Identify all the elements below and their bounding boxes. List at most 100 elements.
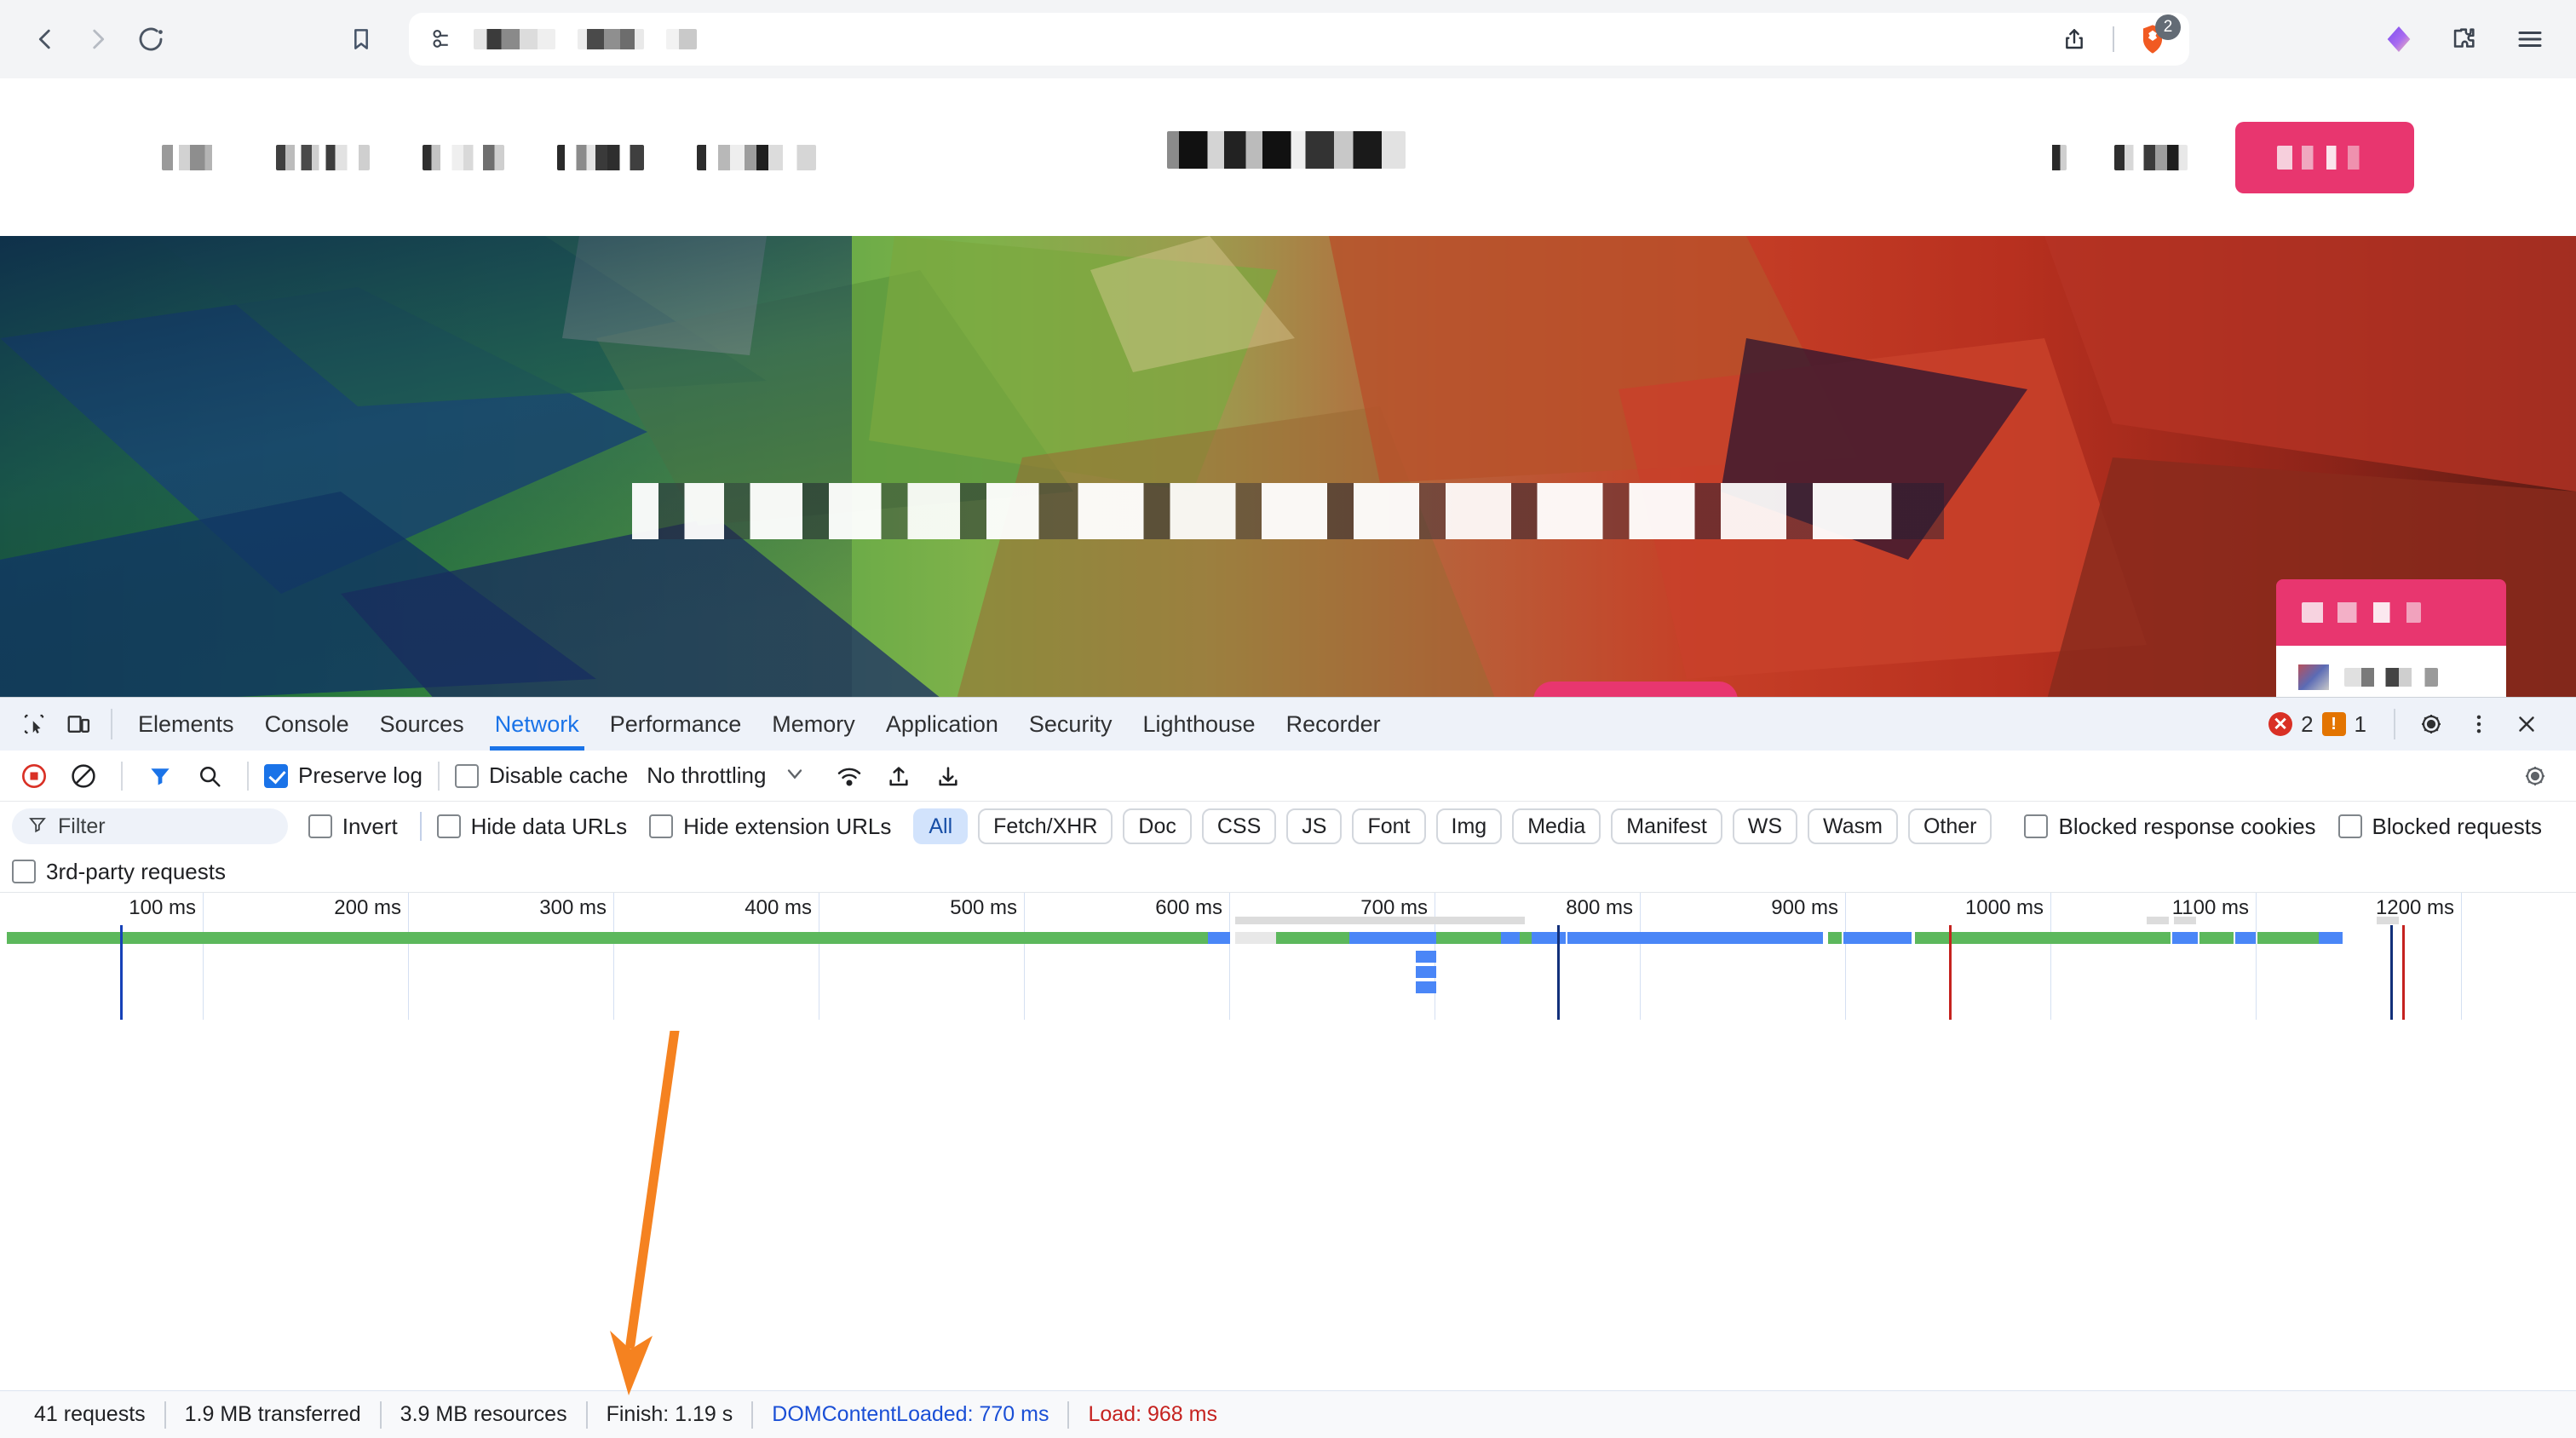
throttling-select[interactable]: No throttling (647, 762, 766, 789)
search-icon[interactable] (187, 754, 232, 798)
tab-network[interactable]: Network (480, 698, 595, 751)
nav-link-label-redacted (162, 144, 223, 170)
clear-network-icon[interactable] (61, 754, 106, 798)
filter-funnel-icon[interactable] (138, 754, 182, 798)
disable-cache-checkbox[interactable]: Disable cache (454, 762, 628, 789)
type-filter-fetch-xhr[interactable]: Fetch/XHR (978, 808, 1113, 844)
type-filter-manifest[interactable]: Manifest (1611, 808, 1722, 844)
site-logo[interactable] (1167, 131, 1406, 169)
type-filter-ws[interactable]: WS (1732, 808, 1798, 844)
hero-widget-title-redacted (2302, 602, 2421, 623)
import-har-icon[interactable] (877, 754, 921, 798)
third-party-requests-checkbox[interactable]: 3rd-party requests (12, 859, 226, 885)
inspect-element-icon[interactable] (12, 702, 56, 746)
record-stop-icon[interactable] (12, 754, 56, 798)
url-text-redacted (578, 29, 644, 49)
hero-section (0, 236, 2576, 709)
type-filter-img[interactable]: Img (1435, 808, 1503, 844)
checkbox-box (264, 763, 288, 788)
tab-recorder[interactable]: Recorder (1271, 698, 1396, 751)
blocked-requests-label: Blocked requests (2372, 813, 2542, 839)
checkbox-box (12, 860, 36, 883)
type-filter-css[interactable]: CSS (1201, 808, 1277, 844)
tab-security[interactable]: Security (1014, 698, 1128, 751)
url-text-redacted (666, 29, 697, 49)
nav-link[interactable] (697, 144, 816, 170)
hide-extension-urls-checkbox[interactable]: Hide extension URLs (649, 814, 891, 840)
address-bar[interactable]: 2 (409, 13, 2189, 66)
timeline-tick: 800 ms (1566, 896, 1633, 919)
close-icon[interactable] (2504, 702, 2549, 746)
devtools-tabbar-actions: ✕ 2 ! 1 (2268, 702, 2564, 746)
kebab-menu-icon[interactable] (2457, 702, 2501, 746)
export-har-icon[interactable] (926, 754, 970, 798)
status-transferred: 1.9 MB transferred (184, 1402, 361, 1426)
browser-right-actions (2382, 20, 2557, 58)
nav-link[interactable] (423, 144, 504, 170)
network-overview-timeline[interactable]: 100 ms 200 ms 300 ms 400 ms 500 ms 600 m… (0, 892, 2576, 1020)
back-button[interactable] (19, 13, 72, 66)
type-filter-other[interactable]: Other (1907, 808, 1992, 844)
hero-widget-text-redacted (2344, 668, 2438, 687)
cta-button[interactable] (2235, 121, 2414, 193)
blocked-requests-checkbox[interactable]: Blocked requests (2337, 813, 2542, 840)
checkbox-box (649, 814, 674, 838)
status-load: Load: 968 ms (1088, 1402, 1217, 1426)
network-conditions-icon[interactable] (827, 754, 871, 798)
tab-performance[interactable]: Performance (595, 698, 757, 751)
type-filter-doc[interactable]: Doc (1123, 808, 1192, 844)
nav-icon-redacted[interactable] (2044, 144, 2067, 170)
timeline-load-marker (1949, 925, 1952, 1020)
nav-link-label-redacted[interactable] (2114, 144, 2188, 170)
status-resources: 3.9 MB resources (400, 1402, 567, 1426)
devtools-panel: Elements Console Sources Network Perform… (0, 697, 2576, 1438)
timeline-tick: 200 ms (334, 896, 401, 919)
filter-input[interactable]: Filter (12, 808, 288, 844)
share-icon[interactable] (2051, 16, 2097, 62)
tab-application[interactable]: Application (871, 698, 1014, 751)
network-toolbar: Preserve log Disable cache No throttling (0, 751, 2576, 802)
divider (419, 812, 422, 841)
type-filter-all[interactable]: All (913, 808, 969, 844)
divider (121, 761, 123, 791)
preserve-log-checkbox[interactable]: Preserve log (264, 762, 423, 789)
hamburger-menu-icon[interactable] (2511, 20, 2549, 58)
preserve-log-label: Preserve log (298, 762, 423, 788)
hide-data-urls-checkbox[interactable]: Hide data URLs (436, 814, 627, 840)
nav-link-label-redacted (423, 144, 504, 170)
hero-widget-thumb-redacted (2298, 664, 2329, 690)
issue-counters[interactable]: ✕ 2 ! 1 (2268, 711, 2366, 738)
shield-badge-count: 2 (2155, 14, 2181, 40)
tab-elements[interactable]: Elements (123, 698, 250, 751)
gear-icon[interactable] (2409, 702, 2453, 746)
reload-button[interactable] (124, 13, 177, 66)
nav-link[interactable] (557, 144, 644, 170)
network-settings-gear-icon[interactable] (2513, 754, 2557, 798)
type-filter-media[interactable]: Media (1512, 808, 1601, 844)
type-filter-font[interactable]: Font (1352, 808, 1426, 844)
brave-shields-button[interactable]: 2 (2130, 14, 2181, 62)
tab-memory[interactable]: Memory (756, 698, 871, 751)
type-filter-wasm[interactable]: Wasm (1808, 808, 1898, 844)
device-toolbar-icon[interactable] (56, 702, 101, 746)
hero-widget-card[interactable] (2276, 579, 2506, 709)
blocked-response-cookies-checkbox[interactable]: Blocked response cookies (2024, 814, 2316, 840)
tab-console[interactable]: Console (250, 698, 365, 751)
timeline-tick: 300 ms (539, 896, 607, 919)
nav-link[interactable] (276, 144, 370, 170)
forward-button[interactable] (72, 13, 124, 66)
nav-link[interactable] (162, 144, 223, 170)
status-finish: Finish: 1.19 s (606, 1402, 733, 1426)
tab-lighthouse[interactable]: Lighthouse (1127, 698, 1270, 751)
type-filter-js[interactable]: JS (1286, 808, 1343, 844)
nav-link-label-redacted (276, 144, 370, 170)
invert-checkbox[interactable]: Invert (308, 814, 398, 840)
tab-sources[interactable]: Sources (365, 698, 480, 751)
warning-count: 1 (2354, 710, 2366, 737)
extensions-puzzle-icon[interactable] (2445, 20, 2482, 58)
leo-ai-icon[interactable] (2382, 22, 2416, 56)
timeline-tick: 900 ms (1771, 896, 1838, 919)
bookmark-icon[interactable] (337, 15, 385, 63)
checkbox-box (2337, 814, 2362, 838)
chevron-down-icon[interactable] (783, 762, 807, 790)
